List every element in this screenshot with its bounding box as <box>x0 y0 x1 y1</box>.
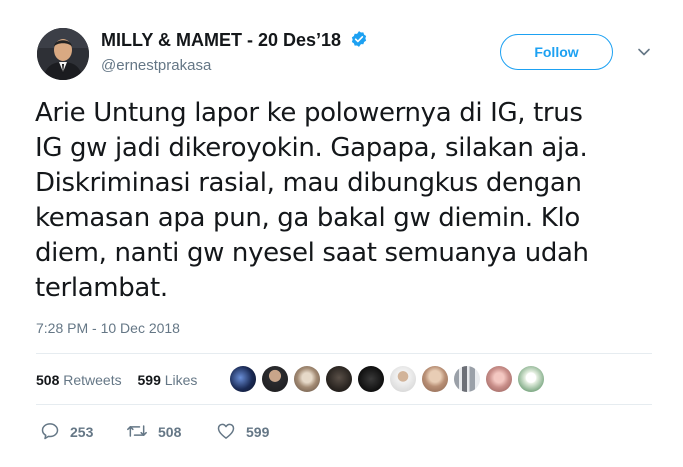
retweet-count: 508 <box>158 424 182 440</box>
retweets-label: Retweets <box>63 372 122 388</box>
tweet-text-line: IG gw jadi dikeroyokin. Gapapa, silakan … <box>35 133 588 163</box>
chevron-down-icon[interactable] <box>636 44 652 65</box>
reply-icon <box>40 421 70 444</box>
author-display-name[interactable]: MILLY & MAMET - 20 Des’18 <box>101 30 368 53</box>
author-handle[interactable]: @ernestprakasa <box>101 57 211 74</box>
retweets-stat[interactable]: 508 Retweets <box>36 372 122 388</box>
tweet-text-line: diem, nanti gw nyesel saat semuanya udah <box>35 238 589 268</box>
divider <box>36 404 652 405</box>
engagement-stats: 508 Retweets 599 Likes <box>36 372 209 388</box>
follow-button[interactable]: Follow <box>500 34 613 70</box>
author-name-text[interactable]: MILLY & MAMET - 20 Des’18 <box>101 30 341 50</box>
liker-avatar[interactable] <box>422 366 448 392</box>
retweets-count: 508 <box>36 372 60 388</box>
author-avatar[interactable] <box>37 28 89 80</box>
liker-avatar[interactable] <box>454 366 480 392</box>
liker-avatar[interactable] <box>518 366 544 392</box>
liker-avatar[interactable] <box>294 366 320 392</box>
reply-button[interactable]: 253 <box>40 421 93 443</box>
retweet-button[interactable]: 508 <box>126 421 181 443</box>
likes-label: Likes <box>164 372 198 388</box>
like-count: 599 <box>246 424 270 440</box>
liker-avatar[interactable] <box>486 366 512 392</box>
tweet-text-line: Diskriminasi rasial, mau dibungkus denga… <box>35 168 582 198</box>
liker-avatar[interactable] <box>390 366 416 392</box>
tweet-text-line: kemasan apa pun, ga bakal gw diemin. Klo <box>35 203 580 233</box>
heart-icon <box>216 421 246 444</box>
liker-avatar[interactable] <box>230 366 256 392</box>
tweet-card: MILLY & MAMET - 20 Des’18 @ernestprakasa… <box>0 0 683 467</box>
tweet-text-line: terlambat. <box>35 273 168 303</box>
verified-badge-icon <box>350 30 368 53</box>
likes-stat[interactable]: 599 Likes <box>138 372 198 388</box>
tweet-text-line: Arie Untung lapor ke polowernya di IG, t… <box>35 98 583 128</box>
like-button[interactable]: 599 <box>216 421 269 443</box>
liker-avatar[interactable] <box>326 366 352 392</box>
tweet-text: Arie Untung lapor ke polowernya di IG, t… <box>35 96 665 306</box>
divider <box>36 353 652 354</box>
liker-avatar[interactable] <box>358 366 384 392</box>
likes-count: 599 <box>137 372 161 388</box>
reply-count: 253 <box>70 424 94 440</box>
retweet-icon <box>126 421 158 444</box>
liker-avatar[interactable] <box>262 366 288 392</box>
tweet-timestamp[interactable]: 7:28 PM - 10 Dec 2018 <box>36 320 180 336</box>
